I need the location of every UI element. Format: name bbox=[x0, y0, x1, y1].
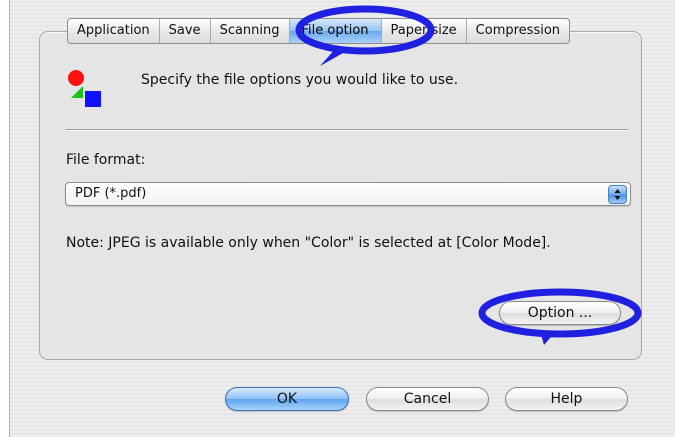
page-instruction: Specify the file options you would like … bbox=[141, 72, 459, 88]
file-format-value: PDF (*.pdf) bbox=[75, 186, 147, 201]
tab-compression[interactable]: Compression bbox=[465, 19, 569, 43]
tab-save[interactable]: Save bbox=[158, 19, 210, 43]
chevron-updown-icon bbox=[608, 185, 627, 204]
tab-bar: Application Save Scanning File option Pa… bbox=[67, 18, 571, 44]
tab-scanning[interactable]: Scanning bbox=[209, 19, 289, 43]
file-options-icon bbox=[67, 68, 105, 108]
tab-paper-size[interactable]: Paper size bbox=[380, 19, 466, 43]
jpeg-note: Note: JPEG is available only when "Color… bbox=[66, 235, 551, 251]
tab-application[interactable]: Application bbox=[68, 19, 159, 43]
option-button[interactable]: Option ... bbox=[499, 301, 621, 325]
file-format-label: File format: bbox=[66, 152, 146, 168]
cancel-button[interactable]: Cancel bbox=[366, 387, 489, 411]
file-format-select[interactable]: PDF (*.pdf) bbox=[65, 182, 631, 206]
tab-file-option[interactable]: File option bbox=[288, 19, 381, 43]
ok-button[interactable]: OK bbox=[225, 387, 349, 411]
window-left-edge bbox=[0, 0, 10, 437]
divider bbox=[66, 129, 628, 130]
help-button[interactable]: Help bbox=[505, 387, 628, 411]
